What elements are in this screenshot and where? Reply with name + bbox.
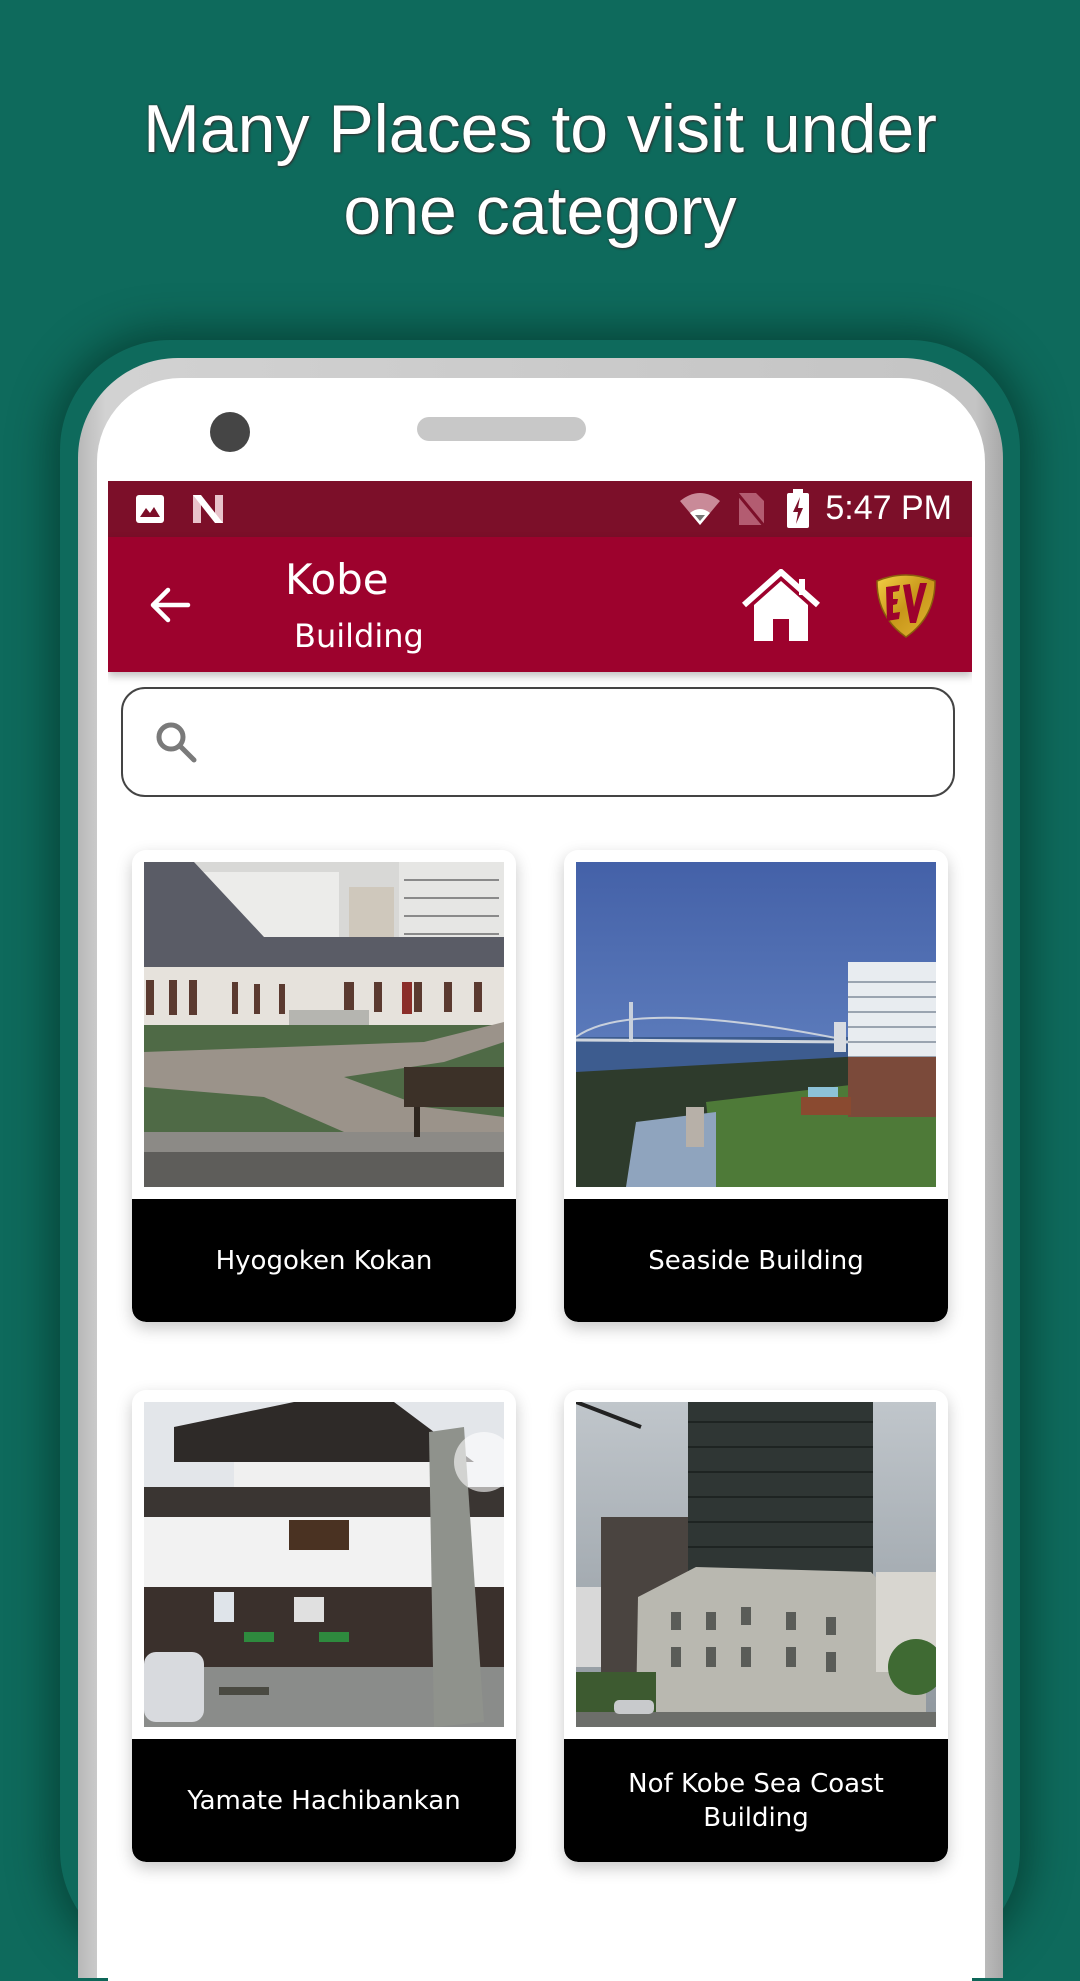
search-bar[interactable]: [121, 687, 955, 797]
place-card[interactable]: Nof Kobe Sea Coast Building: [564, 1390, 948, 1862]
earpiece-speaker: [417, 417, 586, 441]
place-card[interactable]: Yamate Hachibankan: [132, 1390, 516, 1862]
search-input[interactable]: [213, 709, 937, 777]
promo-headline: Many Places to visit under one category: [0, 88, 1080, 252]
place-photo: [576, 862, 936, 1187]
front-camera: [210, 412, 250, 452]
n-logo-icon: [190, 493, 226, 530]
phone-screen: 5:47 PM Kobe Building Hyogoken Kokan Sea…: [108, 481, 972, 1981]
search-icon: [153, 719, 199, 765]
home-icon: [742, 567, 820, 641]
home-button[interactable]: [742, 567, 820, 643]
ev-shield-icon: EV: [876, 574, 936, 638]
place-name: Hyogoken Kokan: [132, 1199, 516, 1322]
page-subtitle: Building: [294, 617, 424, 655]
page-title: Kobe: [285, 555, 389, 604]
place-name: Nof Kobe Sea Coast Building: [564, 1739, 948, 1862]
place-name: Seaside Building: [564, 1199, 948, 1322]
promo-headline-line1: Many Places to visit under: [143, 91, 937, 167]
place-photo: [576, 1402, 936, 1727]
place-name: Yamate Hachibankan: [132, 1739, 516, 1862]
place-card[interactable]: Seaside Building: [564, 850, 948, 1322]
place-card[interactable]: Hyogoken Kokan: [132, 850, 516, 1322]
place-photo: [144, 862, 504, 1187]
battery-charging-icon: [786, 489, 810, 534]
app-bar: Kobe Building EV: [108, 537, 972, 672]
wifi-icon: [678, 491, 722, 532]
arrow-left-icon: [150, 587, 191, 623]
brand-logo[interactable]: EV: [873, 573, 939, 639]
back-button[interactable]: [148, 583, 192, 627]
status-bar: 5:47 PM: [108, 481, 972, 537]
image-icon: [134, 493, 166, 530]
promo-headline-line2: one category: [343, 173, 737, 249]
status-time: 5:47 PM: [825, 489, 952, 527]
place-photo: [144, 1402, 504, 1727]
no-sim-icon: [734, 491, 768, 532]
